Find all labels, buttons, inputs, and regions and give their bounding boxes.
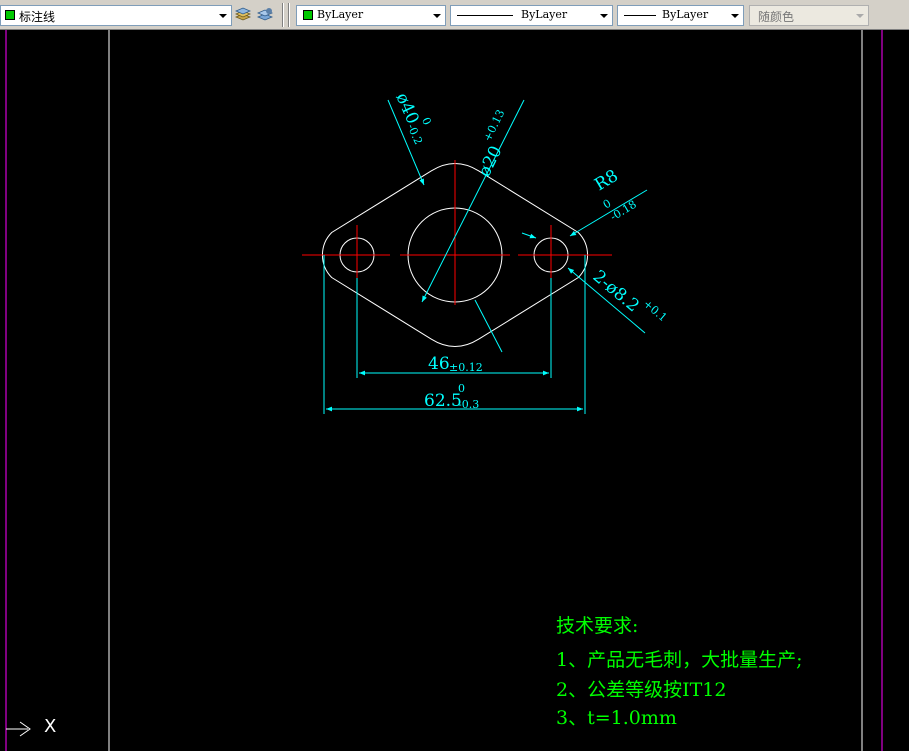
toolbar-separator bbox=[288, 3, 290, 27]
toolbar-separator bbox=[282, 3, 284, 27]
span62-label: 62.5 bbox=[424, 391, 462, 411]
lineweight-sample bbox=[624, 15, 656, 16]
layer-color-swatch bbox=[5, 10, 15, 20]
layer-name: 标注线 bbox=[19, 10, 56, 24]
tech-requirement-1: 1、产品无毛刺，大批量生产; bbox=[556, 649, 803, 671]
chevron-down-icon bbox=[852, 6, 868, 25]
properties-toolbar: 标注线 ByLayer ByLayer ByLayer 随颜色 bbox=[0, 0, 909, 30]
linetype-dropdown[interactable]: ByLayer bbox=[450, 5, 613, 26]
lineweight-dropdown[interactable]: ByLayer bbox=[617, 5, 744, 26]
holes-tolerance: +0.1 bbox=[641, 297, 670, 324]
tech-requirements-title: 技术要求: bbox=[556, 615, 639, 637]
diam20-tolerance: +0.13 bbox=[481, 108, 507, 144]
lineweight-value: ByLayer bbox=[662, 8, 709, 21]
plotstyle-dropdown: 随颜色 bbox=[749, 5, 869, 26]
chevron-down-icon[interactable] bbox=[727, 6, 743, 25]
drawing-canvas[interactable]: 46 ±0.12 62.5 0 -0.3 ø40 0 -0.2 ø20 +0.1… bbox=[0, 30, 909, 751]
color-swatch bbox=[303, 10, 313, 20]
linetype-value: ByLayer bbox=[521, 8, 568, 21]
ucs-x-label: X bbox=[44, 716, 57, 737]
radius-lower: -0.18 bbox=[608, 198, 639, 224]
radius-label: R8 bbox=[591, 166, 622, 195]
layer-states-icon[interactable] bbox=[256, 6, 274, 24]
chevron-down-icon[interactable] bbox=[596, 6, 612, 25]
diam40-label: ø40 bbox=[391, 90, 422, 127]
drawing-svg: 46 ±0.12 62.5 0 -0.3 ø40 0 -0.2 ø20 +0.1… bbox=[5, 30, 883, 751]
layer-previous-icon[interactable] bbox=[234, 6, 252, 24]
layer-dropdown[interactable]: 标注线 bbox=[0, 5, 232, 26]
diam20-label: ø20 bbox=[475, 143, 507, 180]
chevron-down-icon[interactable] bbox=[429, 6, 445, 25]
span62-upper: 0 bbox=[458, 382, 465, 395]
span46-tolerance: ±0.12 bbox=[449, 361, 483, 374]
tech-requirement-2: 2、公差等级按IT12 bbox=[556, 679, 727, 701]
tech-requirement-3: 3、t=1.0mm bbox=[556, 707, 677, 729]
span62-lower: -0.3 bbox=[458, 398, 479, 411]
color-value: ByLayer bbox=[317, 8, 364, 21]
ucs-icon bbox=[6, 721, 31, 737]
chevron-down-icon[interactable] bbox=[215, 6, 231, 25]
span46-label: 46 bbox=[428, 354, 450, 374]
plotstyle-value: 随颜色 bbox=[758, 10, 795, 24]
linetype-sample bbox=[457, 15, 513, 16]
color-dropdown[interactable]: ByLayer bbox=[296, 5, 446, 26]
